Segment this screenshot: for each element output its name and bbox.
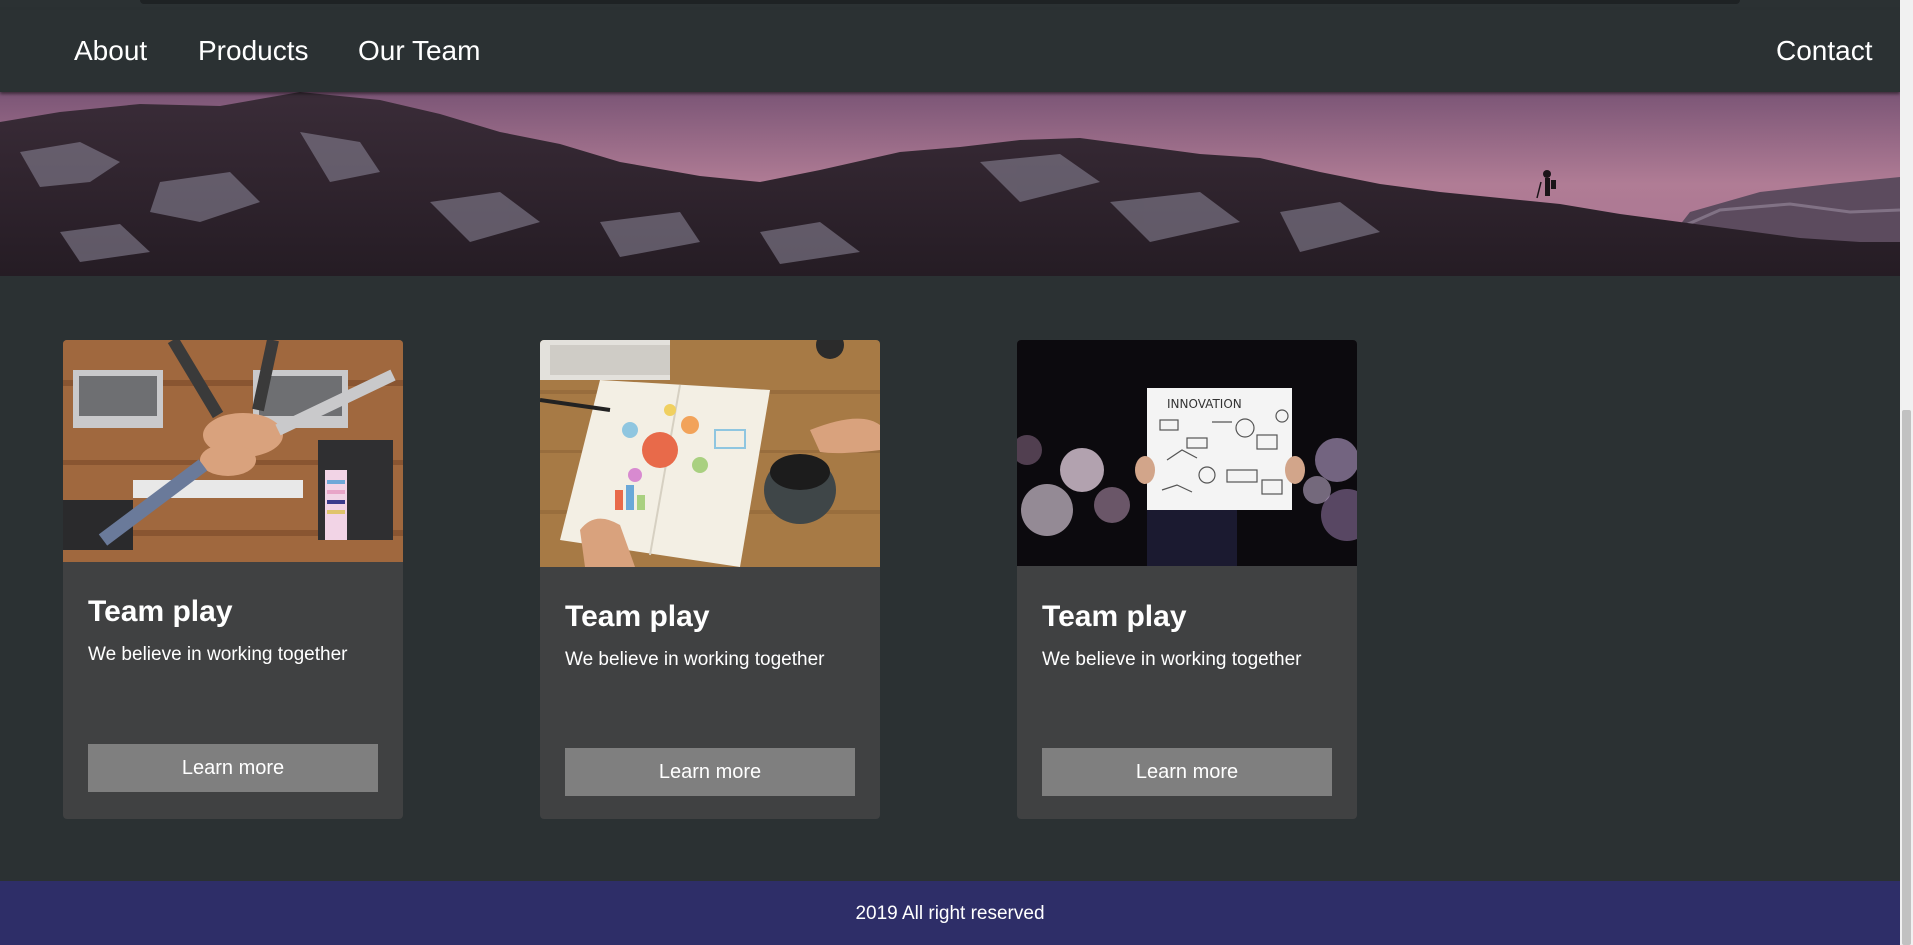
navbar: About Products Our Team Contact — [0, 10, 1900, 92]
nav-link-about[interactable]: About — [74, 35, 147, 67]
innovation-sign-photo: INNOVATION — [1017, 340, 1357, 566]
team-hands-photo — [63, 340, 403, 562]
nav-link-products[interactable]: Products — [198, 35, 309, 67]
page: About Products Our Team Contact Team pla… — [0, 0, 1900, 945]
card-text: We believe in working together — [565, 649, 825, 670]
card-title: Team play — [88, 595, 233, 628]
card-2: Team play We believe in working together… — [540, 340, 880, 819]
notebook-coffee-photo — [540, 340, 880, 567]
learn-more-button[interactable]: Learn more — [565, 748, 855, 796]
card-title: Team play — [1042, 600, 1187, 633]
card-text: We believe in working together — [88, 644, 348, 665]
card-title: Team play — [565, 600, 710, 633]
svg-text:INNOVATION: INNOVATION — [1167, 397, 1242, 411]
card-3: INNOVATION Team play We believe in worki… — [1017, 340, 1357, 819]
learn-more-button[interactable]: Learn more — [88, 744, 378, 792]
cards-section: Team play We believe in working together… — [0, 276, 1900, 881]
scrollbar-thumb[interactable] — [1902, 410, 1911, 945]
card-text: We believe in working together — [1042, 649, 1302, 670]
nav-link-our-team[interactable]: Our Team — [358, 35, 480, 67]
footer: 2019 All right reserved — [0, 881, 1900, 945]
top-strip — [0, 0, 1900, 10]
hero-banner-image — [0, 92, 1900, 276]
card-1: Team play We believe in working together… — [63, 340, 403, 819]
copyright-text: 2019 All right reserved — [855, 903, 1045, 924]
nav-link-contact[interactable]: Contact — [1776, 35, 1873, 67]
vertical-scrollbar[interactable] — [1900, 0, 1913, 945]
learn-more-button[interactable]: Learn more — [1042, 748, 1332, 796]
